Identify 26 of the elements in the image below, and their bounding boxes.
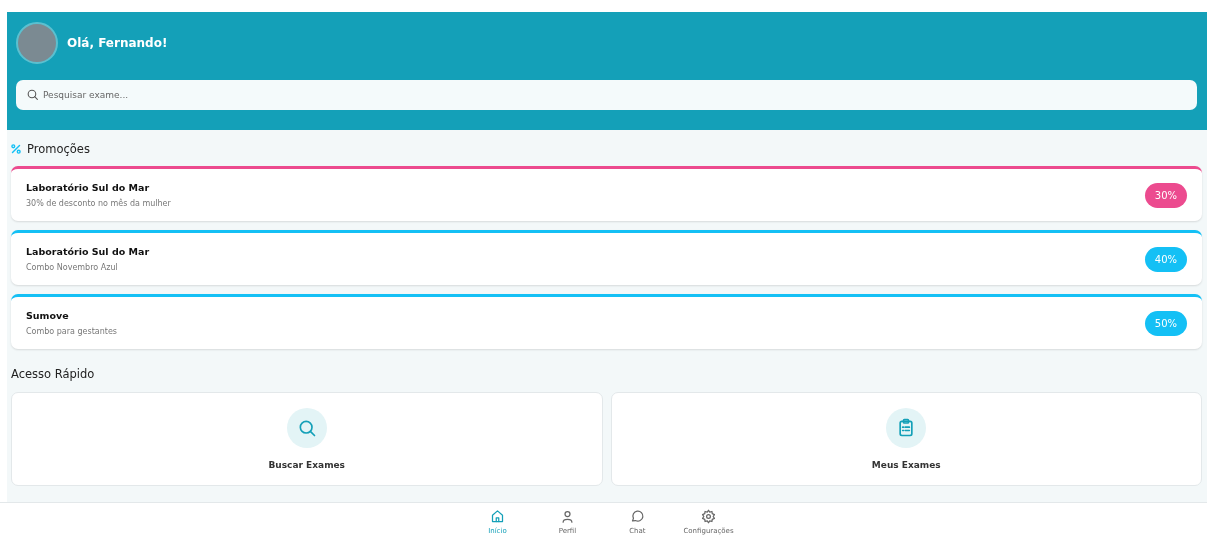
search-icon bbox=[26, 88, 39, 101]
settings-icon bbox=[701, 509, 716, 524]
discount-badge: 30% bbox=[1144, 182, 1187, 208]
card-label: Meus Exames bbox=[871, 460, 941, 470]
percent-icon bbox=[11, 144, 21, 154]
search-field[interactable]: Pesquisar exame... bbox=[16, 80, 1197, 110]
home-icon bbox=[489, 509, 505, 524]
greeting: Olá, Fernando! bbox=[67, 36, 168, 50]
section-title: Promoções bbox=[27, 142, 90, 156]
avatar bbox=[16, 22, 58, 64]
promotion-card[interactable]: Laboratório Sul do Mar 30% de desconto no mês da mulher 30% bbox=[11, 166, 1202, 221]
promotion-description: 30% de desconto no mês da mulher bbox=[26, 199, 171, 208]
section-title: Acesso Rápido bbox=[11, 367, 96, 381]
promotion-description: Combo Novembro Azul bbox=[26, 263, 119, 272]
promotion-description: Combo para gestantes bbox=[26, 327, 117, 336]
discount-badge: 40% bbox=[1144, 246, 1187, 272]
chat-icon bbox=[629, 509, 645, 524]
quick-access-card[interactable]: Buscar Exames bbox=[11, 392, 603, 486]
discount-badge: 50% bbox=[1144, 310, 1187, 336]
lab-name: Laboratório Sul do Mar bbox=[26, 246, 150, 257]
quick-access-card[interactable]: Meus Exames bbox=[610, 392, 1202, 486]
promotion-card[interactable]: Laboratório Sul do Mar Combo Novembro Azul 40% bbox=[11, 230, 1202, 285]
lab-name: Laboratório Sul do Mar bbox=[26, 182, 151, 193]
promotion-card[interactable]: Sumove Combo para gestantes 50% bbox=[11, 294, 1202, 349]
card-label: Buscar Exames bbox=[268, 460, 345, 470]
lab-name: Sumove bbox=[26, 310, 70, 321]
